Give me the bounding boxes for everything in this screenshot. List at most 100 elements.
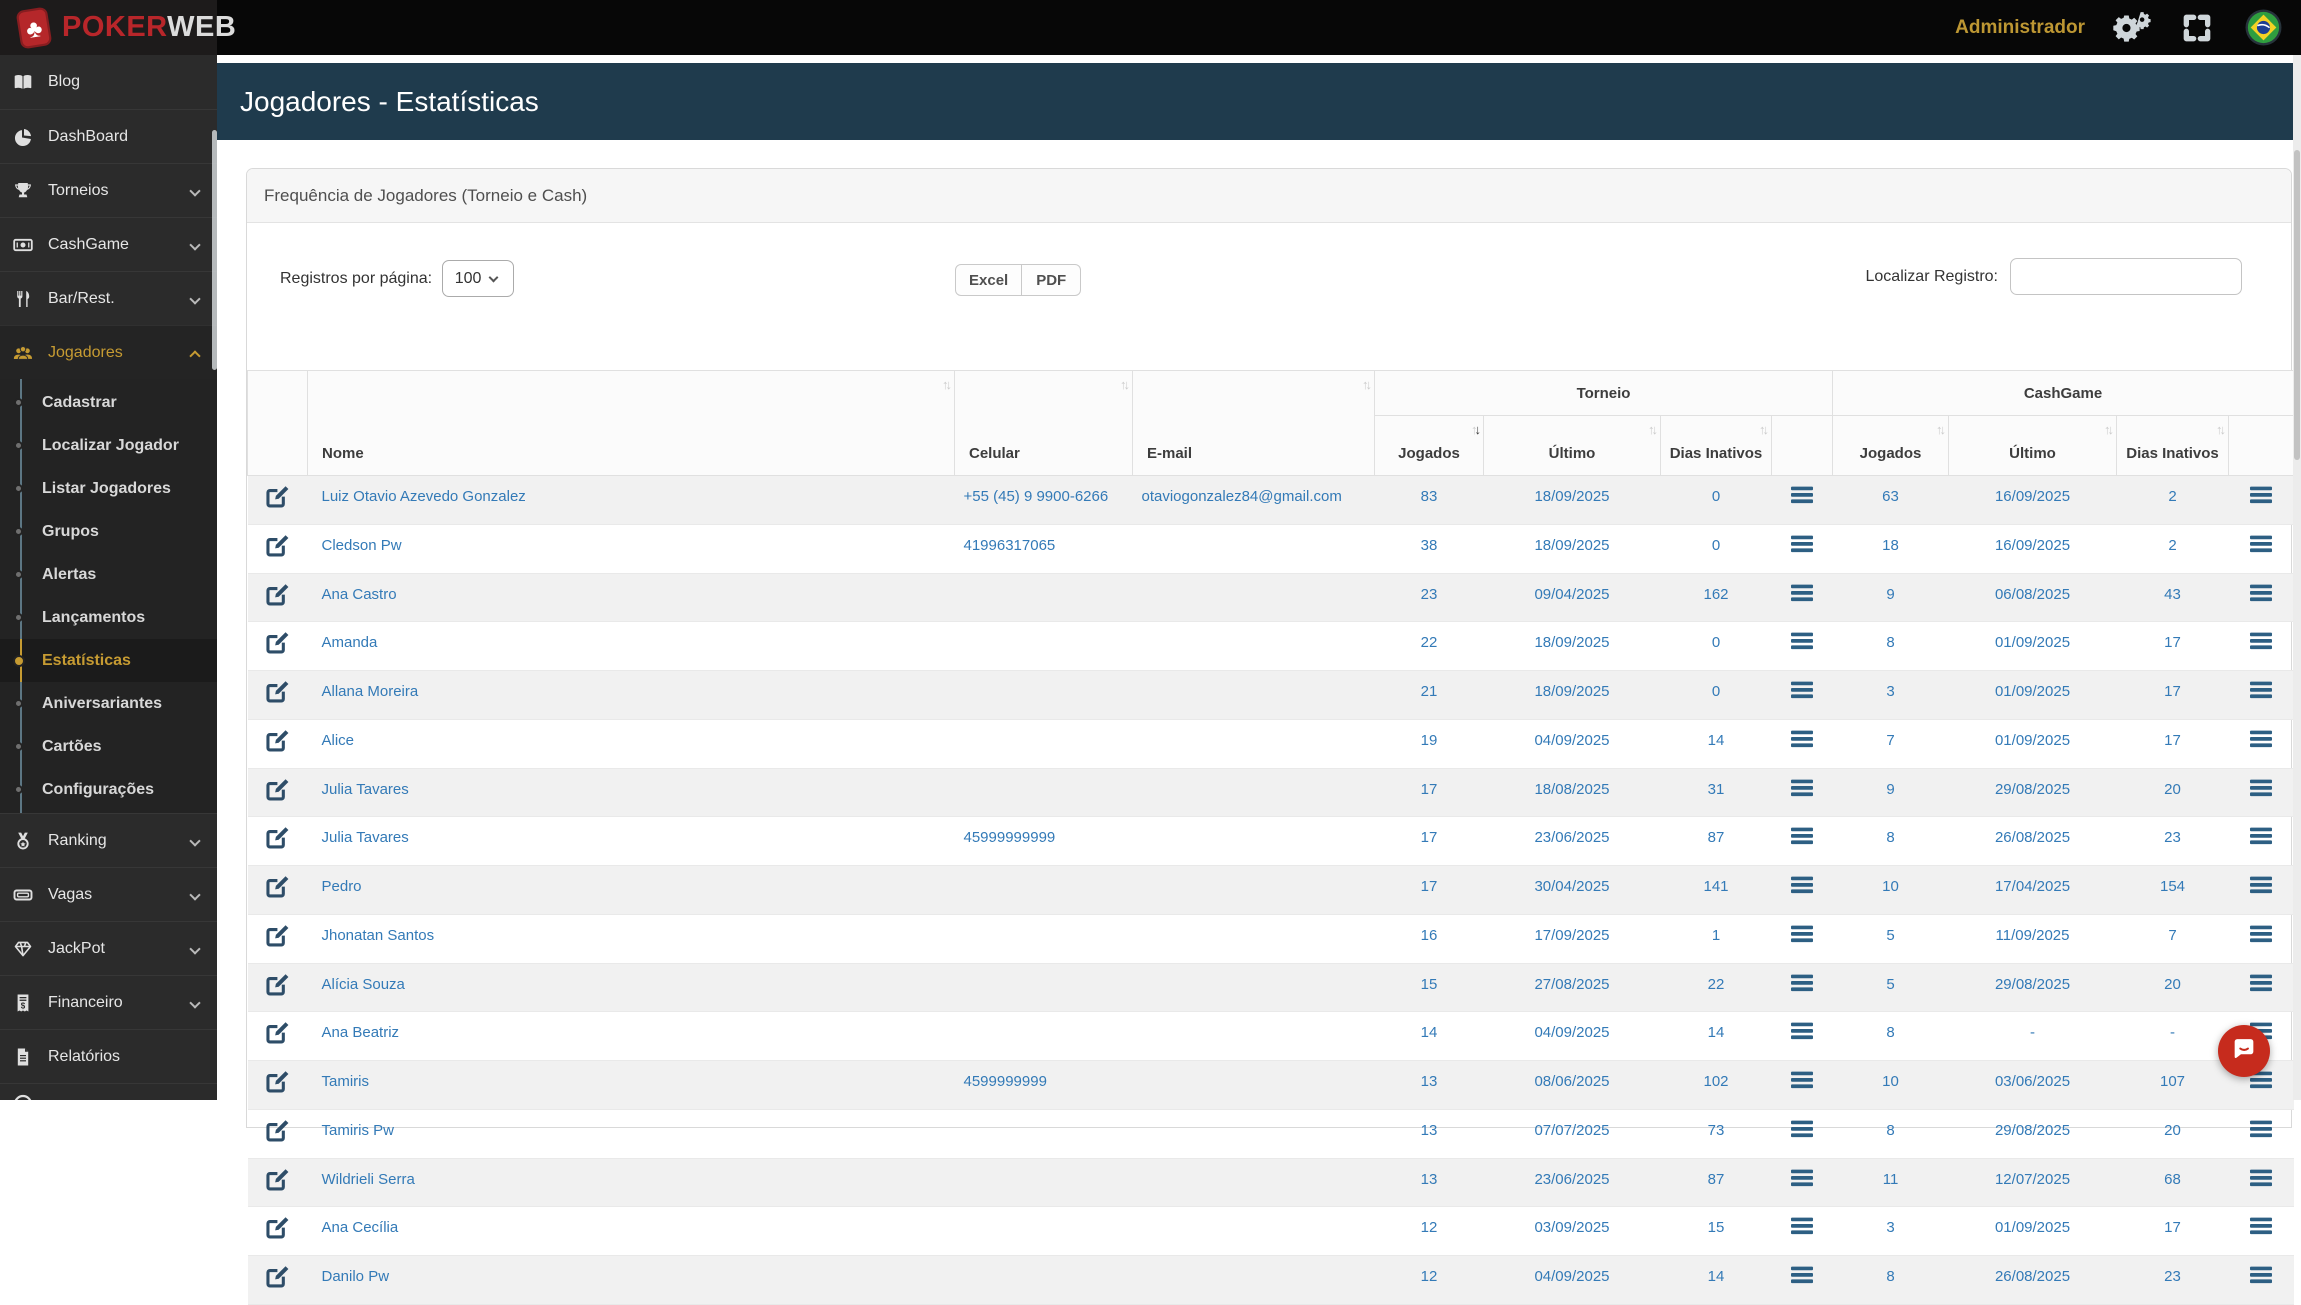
sidebar-item-torneios[interactable]: Torneios <box>0 163 217 217</box>
column-header-phone[interactable]: Celular ↑↓ <box>954 370 1133 476</box>
tournament-menu-icon[interactable] <box>1790 584 1814 602</box>
edit-player-button[interactable] <box>265 922 291 948</box>
edit-player-button[interactable] <box>265 1263 291 1289</box>
sidebar-item-partial[interactable] <box>0 1083 217 1100</box>
sidebar-scrollbar-thumb[interactable] <box>212 130 217 370</box>
tournament-menu-icon[interactable] <box>1790 974 1814 992</box>
cashgame-menu-icon[interactable] <box>2249 486 2273 504</box>
player-name-link[interactable]: Alice <box>322 732 355 749</box>
gears-icon[interactable] <box>2111 8 2151 48</box>
current-user-label[interactable]: Administrador <box>1955 17 2085 39</box>
sidebar-item-vagas[interactable]: Vagas <box>0 867 217 921</box>
cashgame-menu-icon[interactable] <box>2249 681 2273 699</box>
cashgame-menu-icon[interactable] <box>2249 827 2273 845</box>
sidebar-item-relatorios[interactable]: Relatórios <box>0 1029 217 1083</box>
pdf-button[interactable]: PDF <box>1022 264 1082 296</box>
sidebar-subitem-cartoes[interactable]: Cartões <box>0 725 217 768</box>
sidebar-subitem-lancamentos[interactable]: Lançamentos <box>0 596 217 639</box>
player-name-link[interactable]: Ana Beatriz <box>322 1024 400 1041</box>
tournament-menu-icon[interactable] <box>1790 779 1814 797</box>
cashgame-menu-icon[interactable] <box>2249 632 2273 650</box>
page-scrollbar-thumb[interactable] <box>2294 150 2300 460</box>
cashgame-menu-icon[interactable] <box>2249 535 2273 553</box>
column-header-tournament-days-inactive[interactable]: Dias Inativos ↑↓ <box>1660 415 1772 476</box>
edit-player-button[interactable] <box>265 727 291 753</box>
column-header-name[interactable]: Nome ↑↓ <box>307 370 955 476</box>
tournament-menu-icon[interactable] <box>1790 1217 1814 1235</box>
edit-player-button[interactable] <box>265 532 291 558</box>
tournament-menu-icon[interactable] <box>1790 1022 1814 1040</box>
cashgame-menu-icon[interactable] <box>2249 1120 2273 1138</box>
column-header-email[interactable]: E-mail ↑↓ <box>1132 370 1375 476</box>
page-scrollbar[interactable] <box>2293 55 2301 1100</box>
edit-player-button[interactable] <box>265 581 291 607</box>
sidebar-item-dashboard[interactable]: DashBoard <box>0 109 217 163</box>
player-name-link[interactable]: Tamiris <box>322 1073 370 1090</box>
player-name-link[interactable]: Wildrieli Serra <box>322 1171 415 1188</box>
tournament-menu-icon[interactable] <box>1790 1169 1814 1187</box>
brazil-flag-icon[interactable] <box>2243 8 2283 48</box>
sidebar-subitem-localizar-jogador[interactable]: Localizar Jogador <box>0 424 217 467</box>
edit-player-button[interactable] <box>265 629 291 655</box>
player-name-link[interactable]: Ana Castro <box>322 586 397 603</box>
tournament-menu-icon[interactable] <box>1790 1071 1814 1089</box>
player-name-link[interactable]: Pedro <box>322 878 362 895</box>
cashgame-menu-icon[interactable] <box>2249 876 2273 894</box>
excel-button[interactable]: Excel <box>955 264 1023 296</box>
player-name-link[interactable]: Jhonatan Santos <box>322 927 435 944</box>
tournament-menu-icon[interactable] <box>1790 876 1814 894</box>
sidebar-item-jogadores[interactable]: Jogadores <box>0 325 217 379</box>
player-name-link[interactable]: Luiz Otavio Azevedo Gonzalez <box>322 488 526 505</box>
sidebar-item-ranking[interactable]: Ranking <box>0 813 217 867</box>
player-name-link[interactable]: Danilo Pw <box>322 1268 390 1285</box>
sidebar-item-bar-rest[interactable]: Bar/Rest. <box>0 271 217 325</box>
edit-player-button[interactable] <box>265 971 291 997</box>
fullscreen-icon[interactable] <box>2177 8 2217 48</box>
cashgame-menu-icon[interactable] <box>2249 779 2273 797</box>
player-name-link[interactable]: Julia Tavares <box>322 829 409 846</box>
tournament-menu-icon[interactable] <box>1790 925 1814 943</box>
edit-player-button[interactable] <box>265 776 291 802</box>
column-header-cashgame-played[interactable]: Jogados ↑↓ <box>1832 415 1950 476</box>
cashgame-menu-icon[interactable] <box>2249 730 2273 748</box>
app-logo[interactable]: ♣ POKERWEB <box>0 0 236 55</box>
player-name-link[interactable]: Tamiris Pw <box>322 1122 395 1139</box>
sidebar-subitem-listar-jogadores[interactable]: Listar Jogadores <box>0 467 217 510</box>
column-header-cashgame-last[interactable]: Último ↑↓ <box>1948 415 2118 476</box>
sidebar-item-blog[interactable]: Blog <box>0 55 217 109</box>
edit-player-button[interactable] <box>265 483 291 509</box>
tournament-menu-icon[interactable] <box>1790 535 1814 553</box>
player-name-link[interactable]: Alícia Souza <box>322 976 405 993</box>
tournament-menu-icon[interactable] <box>1790 1266 1814 1284</box>
sidebar-item-financeiro[interactable]: $ Financeiro <box>0 975 217 1029</box>
edit-player-button[interactable] <box>265 1117 291 1143</box>
sidebar-subitem-aniversariantes[interactable]: Aniversariantes <box>0 682 217 725</box>
column-header-tournament-played[interactable]: Jogados ↑↓ <box>1374 415 1484 476</box>
tournament-menu-icon[interactable] <box>1790 1120 1814 1138</box>
cashgame-menu-icon[interactable] <box>2249 974 2273 992</box>
sidebar-subitem-grupos[interactable]: Grupos <box>0 510 217 553</box>
sidebar-item-cashgame[interactable]: CashGame <box>0 217 217 271</box>
edit-player-button[interactable] <box>265 873 291 899</box>
column-header-cashgame-days-inactive[interactable]: Dias Inativos ↑↓ <box>2116 415 2230 476</box>
search-input[interactable] <box>2010 258 2242 295</box>
cashgame-menu-icon[interactable] <box>2249 1217 2273 1235</box>
player-name-link[interactable]: Julia Tavares <box>322 781 409 798</box>
edit-player-button[interactable] <box>265 1166 291 1192</box>
cashgame-menu-icon[interactable] <box>2249 1266 2273 1284</box>
edit-player-button[interactable] <box>265 1068 291 1094</box>
tournament-menu-icon[interactable] <box>1790 632 1814 650</box>
player-name-link[interactable]: Amanda <box>322 634 378 651</box>
sidebar-subitem-estatisticas[interactable]: Estatísticas <box>0 639 217 682</box>
cashgame-menu-icon[interactable] <box>2249 1169 2273 1187</box>
player-name-link[interactable]: Cledson Pw <box>322 537 402 554</box>
tournament-menu-icon[interactable] <box>1790 681 1814 699</box>
edit-player-button[interactable] <box>265 678 291 704</box>
edit-player-button[interactable] <box>265 824 291 850</box>
tournament-menu-icon[interactable] <box>1790 486 1814 504</box>
sidebar-subitem-alertas[interactable]: Alertas <box>0 553 217 596</box>
player-name-link[interactable]: Ana Cecília <box>322 1219 399 1236</box>
cashgame-menu-icon[interactable] <box>2249 584 2273 602</box>
player-name-link[interactable]: Allana Moreira <box>322 683 419 700</box>
cashgame-menu-icon[interactable] <box>2249 925 2273 943</box>
